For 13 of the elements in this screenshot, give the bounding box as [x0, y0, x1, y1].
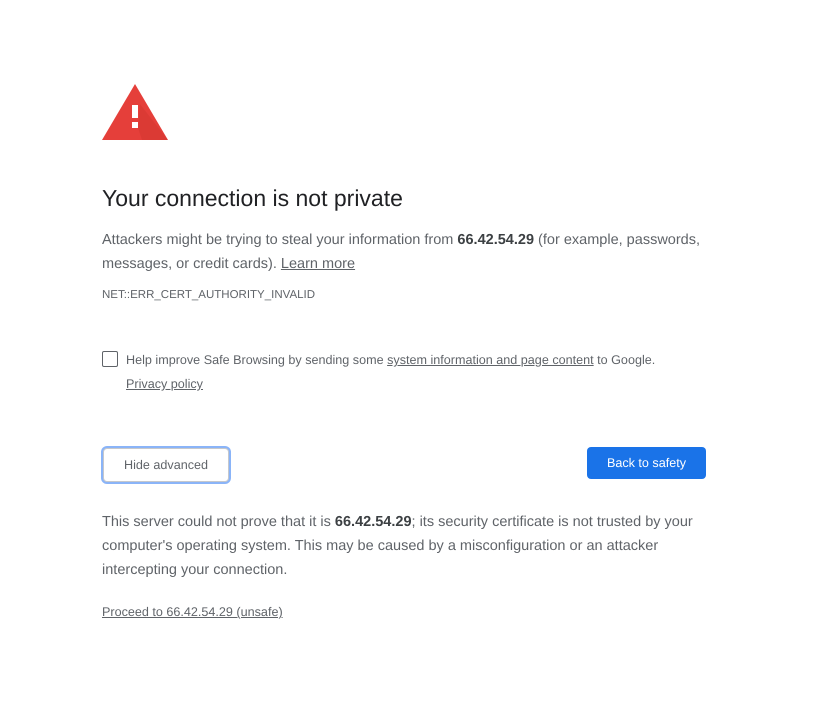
back-to-safety-button[interactable]: Back to safety	[587, 447, 706, 479]
details-text: This server could not prove that it is 66.42.54.29; its security certificate is not trusted by your computer's operating system. This may be caused by a misconfiguration or an attacker intercepting your connection.	[102, 513, 694, 580]
opt-in-text: Help improve Safe Browsing by sending some system information and page content to Google.	[126, 352, 656, 369]
privacy-policy-link[interactable]: Privacy policy	[126, 372, 203, 396]
warning-icon	[102, 84, 168, 140]
page-heading: Your connection is not private	[102, 184, 404, 212]
system-info-link[interactable]: system information and page content	[387, 353, 594, 367]
hide-advanced-button[interactable]: Hide advanced	[103, 448, 229, 482]
checkbox[interactable]	[102, 351, 118, 367]
proceed-link[interactable]: Proceed to 66.42.54.29 (unsafe)	[102, 605, 283, 619]
intro-text: Attackers might be trying to steal your information from 66.42.54.29 (for example, passwords, messages, or credit cards). Learn more	[102, 231, 702, 274]
error-code: NET::ERR_CERT_AUTHORITY_INVALID	[102, 288, 316, 303]
learn-more-link[interactable]: Learn more	[280, 256, 356, 272]
